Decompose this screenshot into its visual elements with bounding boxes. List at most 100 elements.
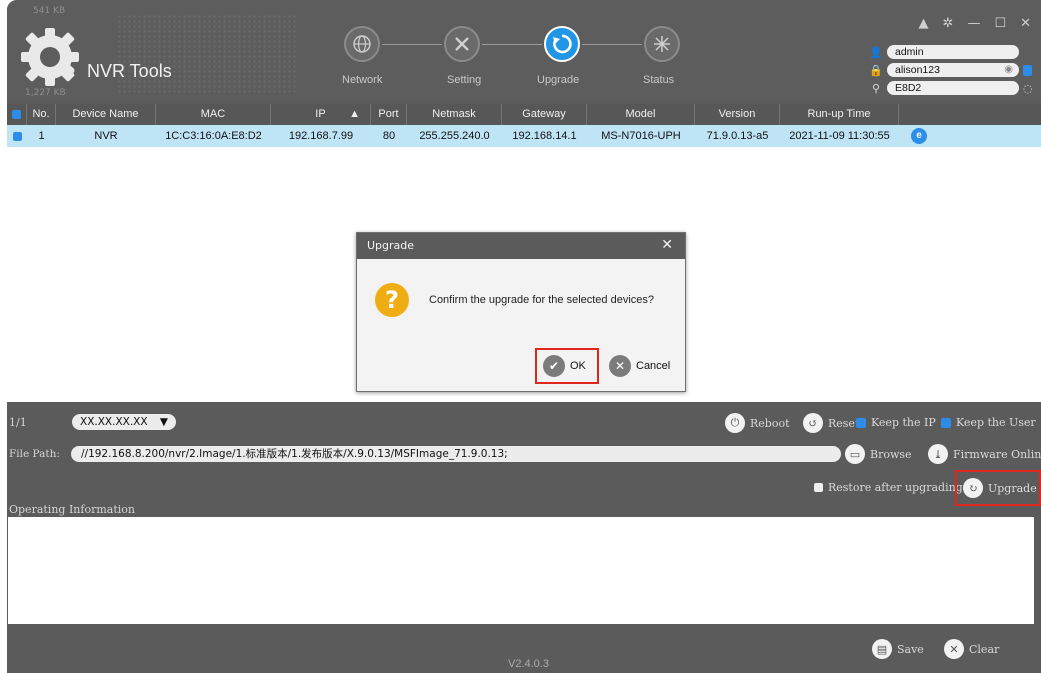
file-path-input[interactable]: //192.168.8.200/nvr/2.Image/1.标准版本/1.发布版…	[71, 446, 841, 462]
step-label-status[interactable]: Status	[643, 74, 674, 86]
col-extra	[899, 104, 1041, 125]
cell-netmask: 255.255.240.0	[419, 130, 490, 142]
browse-button[interactable]: ▭ Browse	[845, 444, 912, 464]
tools-icon	[455, 37, 469, 51]
clear-button[interactable]: ✕ Clear	[944, 639, 999, 659]
eye-icon[interactable]: ◉	[1004, 63, 1013, 77]
file-path-label: File Path:	[9, 448, 60, 460]
browser-link-icon[interactable]: e	[911, 128, 927, 144]
select-all-checkbox[interactable]	[12, 109, 21, 119]
step-setting[interactable]	[444, 26, 480, 62]
check-icon: ✔	[543, 355, 565, 377]
restore-check[interactable]	[814, 483, 823, 492]
close-button[interactable]: ✕	[1020, 16, 1031, 31]
header: 541 KB 1,227 KB NVR Tools Network Settin…	[7, 0, 1041, 100]
operating-info-label: Operating Information	[9, 503, 135, 516]
cancel-button[interactable]: ✕ Cancel	[609, 355, 670, 377]
step-connector	[582, 44, 642, 45]
question-icon: ?	[375, 283, 409, 317]
clear-label: Clear	[969, 642, 1000, 656]
ok-button[interactable]: ✔ OK	[535, 348, 599, 384]
save-button[interactable]: ▤ Save	[872, 639, 924, 659]
decorative-map-dots	[117, 14, 297, 94]
header-select-all[interactable]	[7, 104, 27, 125]
keep-user-label: Keep the User	[956, 416, 1036, 429]
col-gateway[interactable]: Gateway	[502, 104, 587, 125]
chevron-down-icon: ▼	[159, 416, 168, 428]
memory-readout-top: 541 KB	[33, 6, 66, 16]
user-icon: 👤	[869, 45, 883, 59]
password-row: 🔒 alison123 ◉	[869, 63, 1032, 77]
row-checkbox-cell[interactable]	[7, 125, 27, 147]
keep-user-checkbox[interactable]: Keep the User	[941, 416, 1036, 429]
operating-info-log[interactable]	[8, 517, 1034, 624]
firmware-online-button[interactable]: ⤓ Firmware Online	[928, 444, 1041, 464]
pin-icon[interactable]: ▲	[919, 16, 929, 31]
firmware-online-label: Firmware Online	[953, 447, 1041, 461]
dialog-message: Confirm the upgrade for the selected dev…	[429, 294, 655, 306]
dialog-body: ? Confirm the upgrade for the selected d…	[357, 259, 685, 391]
step-connector	[482, 44, 542, 45]
upgrade-button[interactable]: ↻ Upgrade	[955, 470, 1041, 506]
restore-label: Restore after upgrading	[828, 481, 963, 494]
ok-label: OK	[570, 360, 586, 372]
dialog-title: Upgrade	[357, 233, 685, 259]
maximize-button[interactable]: ☐	[994, 16, 1006, 31]
cell-web-link[interactable]: e	[899, 125, 939, 147]
step-label-upgrade[interactable]: Upgrade	[537, 74, 579, 86]
password-field[interactable]: alison123 ◉	[887, 63, 1019, 77]
cell-ip: 192.168.7.99	[288, 130, 354, 142]
step-label-setting[interactable]: Setting	[447, 74, 481, 86]
settings-icon[interactable]: ✲	[943, 16, 954, 31]
device-table: No. Device Name MAC IP ▲ Port Netmask Ga…	[7, 104, 1041, 402]
step-upgrade[interactable]	[544, 26, 580, 62]
col-port[interactable]: Port	[371, 104, 407, 125]
col-model[interactable]: Model	[587, 104, 695, 125]
username-row: 👤 admin	[869, 45, 1019, 59]
step-label-network[interactable]: Network	[342, 74, 382, 86]
ip-filter-select[interactable]: XX.XX.XX.XX ▼	[72, 414, 176, 430]
username-field[interactable]: admin	[887, 45, 1019, 59]
reset-label: Reset	[828, 416, 860, 430]
folder-icon: ▭	[845, 444, 865, 464]
refresh-icon[interactable]: ◌	[1023, 82, 1033, 95]
cell-model: MS-N7016-UPH	[601, 130, 681, 142]
dialog-close-button[interactable]: ✕	[661, 237, 673, 253]
cell-device-name: NVR	[94, 130, 118, 142]
col-device-name[interactable]: Device Name	[56, 104, 156, 125]
upgrade-icon	[553, 34, 572, 54]
search-input[interactable]: E8D2	[887, 81, 1019, 95]
row-checkbox[interactable]	[12, 131, 22, 141]
step-network[interactable]	[344, 26, 380, 62]
table-row[interactable]: 1 NVR 1C:C3:16:0A:E8:D2 192.168.7.99 80 …	[7, 125, 1041, 147]
cancel-label: Cancel	[636, 360, 671, 372]
minimize-button[interactable]: —	[967, 16, 980, 31]
clear-icon: ✕	[944, 639, 964, 659]
keep-ip-checkbox[interactable]: Keep the IP	[856, 416, 936, 429]
save-label: Save	[897, 642, 924, 656]
col-netmask[interactable]: Netmask	[407, 104, 502, 125]
reboot-button[interactable]: ⏻ Reboot	[725, 413, 790, 433]
password-toggle-checkbox[interactable]	[1023, 64, 1032, 76]
reset-button[interactable]: ↺ Reset	[803, 413, 859, 433]
cell-version: 71.9.0.13-a5	[706, 130, 769, 142]
power-icon: ⏻	[725, 413, 745, 433]
col-runup-time[interactable]: Run-up Time	[780, 104, 899, 125]
col-no[interactable]: No.	[27, 104, 56, 125]
cell-port: 80	[382, 130, 396, 142]
col-mac[interactable]: MAC	[156, 104, 271, 125]
cancel-icon: ✕	[609, 355, 631, 377]
cell-runup-time: 2021-11-09 11:30:55	[789, 130, 890, 142]
search-icon: ⚲	[871, 81, 881, 95]
lock-icon: 🔒	[869, 63, 883, 77]
save-icon: ▤	[872, 639, 892, 659]
keep-user-check[interactable]	[941, 417, 951, 428]
step-status[interactable]	[644, 26, 680, 62]
restore-checkbox[interactable]: Restore after upgrading	[814, 481, 963, 494]
col-version[interactable]: Version	[695, 104, 780, 125]
table-header: No. Device Name MAC IP ▲ Port Netmask Ga…	[7, 104, 1041, 125]
col-ip[interactable]: IP ▲	[271, 104, 371, 125]
keep-ip-check[interactable]	[856, 417, 866, 428]
reboot-label: Reboot	[750, 416, 790, 430]
keep-ip-label: Keep the IP	[871, 416, 936, 429]
